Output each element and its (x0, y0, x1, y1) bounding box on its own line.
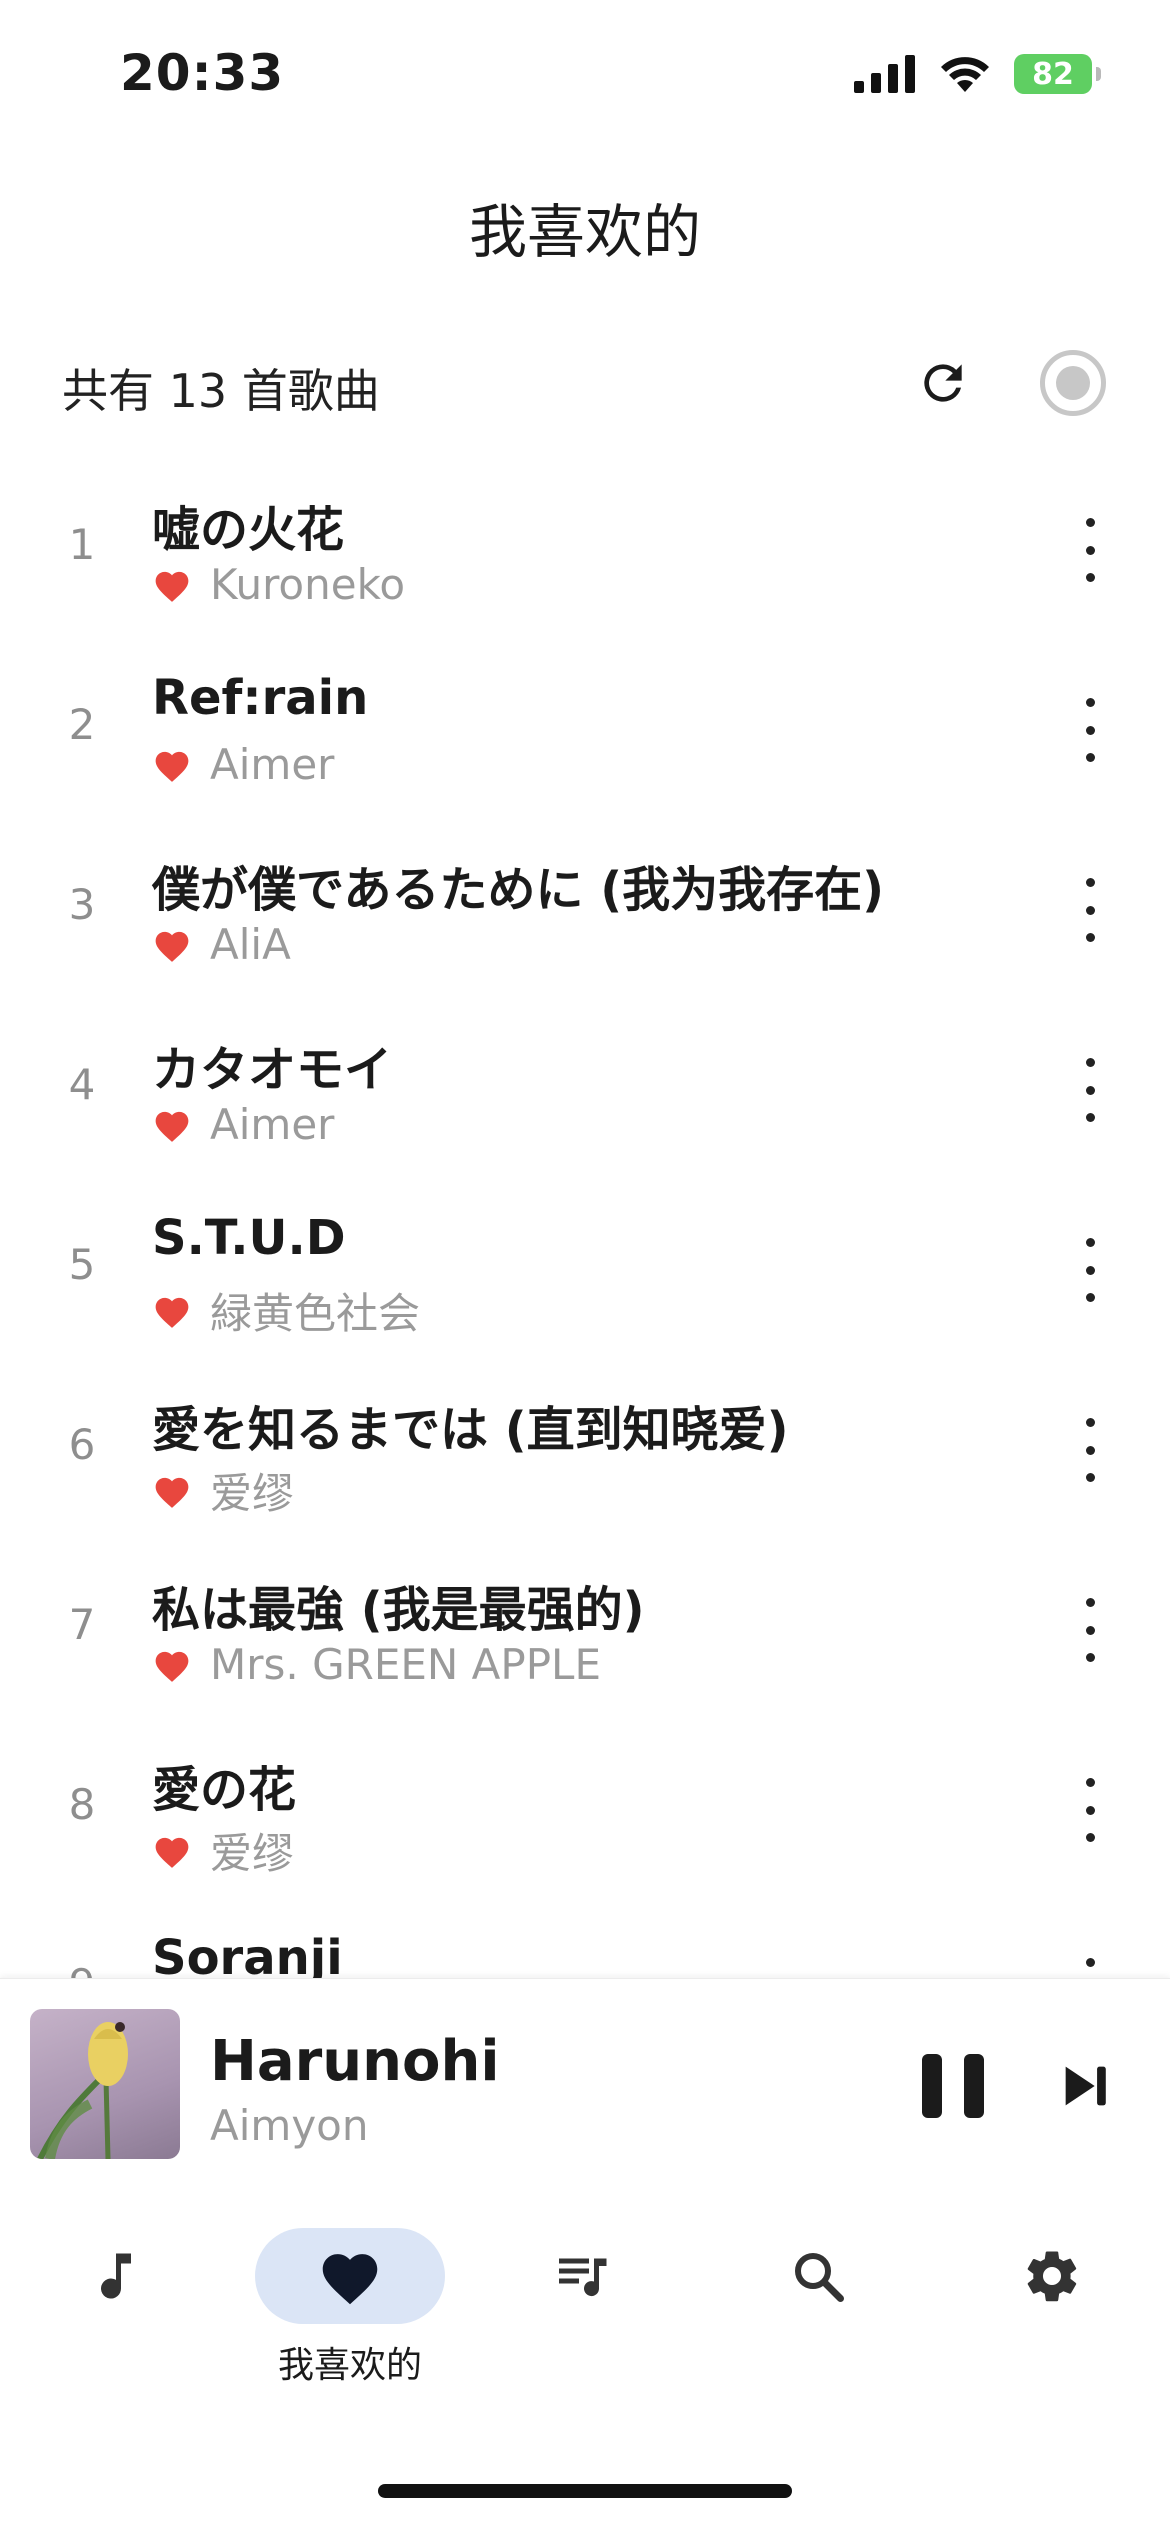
album-cover-image (37, 2022, 128, 2159)
song-artist: AliA (210, 920, 291, 969)
song-index: 6 (68, 1420, 96, 1469)
song-row[interactable]: 7 私は最強 (我是最强的) Mrs. GREEN APPLE (0, 1540, 1170, 1720)
more-options-icon[interactable] (1070, 1238, 1110, 1302)
song-row[interactable]: 2 Ref:rain Aimer (0, 640, 1170, 820)
now-playing-artist: Aimyon (210, 2101, 369, 2150)
record-toggle-button[interactable] (1040, 350, 1106, 416)
heart-icon (155, 1297, 189, 1328)
bottom-navigation: 我喜欢的 (0, 2188, 1170, 2532)
skip-next-icon[interactable] (1056, 2057, 1114, 2115)
refresh-icon (924, 364, 962, 402)
nav-playlist[interactable] (484, 2228, 684, 2418)
heart-icon (155, 1651, 189, 1682)
radio-dot-icon (1056, 366, 1090, 400)
song-row[interactable]: 8 愛の花 爱缪 (0, 1720, 1170, 1900)
song-artist: 緑黄色社会 (210, 1289, 421, 1338)
album-art[interactable] (30, 2009, 180, 2159)
heart-icon (155, 931, 189, 962)
heart-icon (155, 1837, 189, 1868)
song-title: 私は最強 (我是最强的) (152, 1582, 645, 1638)
song-row[interactable]: 1 嘘の火花 Kuroneko (0, 460, 1170, 640)
playlist-icon (559, 2258, 607, 2297)
song-index: 1 (68, 520, 96, 569)
song-row[interactable]: 4 カタオモイ Aimer (0, 1000, 1170, 1180)
nav-favorites[interactable]: 我喜欢的 (250, 2228, 450, 2418)
song-title: Soranji (152, 1930, 343, 1980)
song-artist: Mrs. GREEN APPLE (210, 1640, 601, 1689)
battery-level: 82 (1032, 56, 1074, 92)
song-artist: 爱缪 (210, 1469, 295, 1518)
song-row[interactable]: 5 S.T.U.D 緑黄色社会 (0, 1180, 1170, 1360)
more-options-icon[interactable] (1070, 1598, 1110, 1662)
more-options-icon[interactable] (1070, 1778, 1110, 1842)
song-title: 僕が僕であるために (我为我存在) (152, 862, 885, 918)
status-time: 20:33 (120, 44, 285, 102)
song-artist: Aimer (210, 740, 335, 789)
search-icon (795, 2253, 844, 2302)
nav-songs[interactable] (16, 2228, 216, 2418)
song-artist-group: 爱缪 (152, 1460, 294, 1521)
more-options-icon[interactable] (1070, 878, 1110, 942)
refresh-button[interactable] (908, 348, 978, 418)
heart-icon (155, 1111, 189, 1142)
more-options-icon[interactable] (1070, 1058, 1110, 1122)
song-artist-group: Kuroneko (152, 560, 405, 609)
now-playing-title: Harunohi (210, 2029, 500, 2094)
heart-icon (322, 2254, 378, 2305)
home-indicator (378, 2484, 792, 2498)
song-title: 愛を知るまでは (直到知晓爱) (152, 1402, 789, 1458)
song-title: Ref:rain (152, 670, 369, 726)
heart-icon (155, 751, 189, 782)
wifi-icon (941, 57, 989, 92)
song-row[interactable]: 6 愛を知るまでは (直到知晓爱) 爱缪 (0, 1360, 1170, 1540)
battery-icon: 82 (1014, 54, 1101, 94)
page-title: 我喜欢的 (468, 198, 701, 266)
song-artist-group: 爱缪 (152, 1820, 294, 1881)
song-list[interactable]: 1 嘘の火花 Kuroneko 2 Ref:rain Aimer 3 僕が僕であ… (0, 460, 1170, 1980)
song-row[interactable]: 3 僕が僕であるために (我为我存在) AliA (0, 820, 1170, 1000)
song-index: 5 (68, 1240, 96, 1289)
more-options-icon[interactable] (1070, 1418, 1110, 1482)
song-title: カタオモイ (152, 1042, 393, 1098)
song-index: 3 (68, 880, 96, 929)
song-artist: Aimer (210, 1100, 335, 1149)
song-artist: Kuroneko (210, 560, 406, 609)
song-index: 9 (40, 1960, 124, 1980)
song-title: 愛の花 (152, 1762, 297, 1818)
song-artist-group: 緑黄色社会 (152, 1280, 420, 1341)
more-options-icon[interactable] (1070, 1958, 1110, 1980)
gear-icon (1027, 2251, 1077, 2302)
song-row[interactable]: 9 Soranji (0, 1900, 1170, 1980)
pause-button[interactable] (922, 2054, 984, 2118)
nav-search[interactable] (718, 2228, 918, 2418)
nav-settings[interactable] (952, 2228, 1152, 2418)
more-options-icon[interactable] (1070, 698, 1110, 762)
song-artist-group: Aimer (152, 1100, 334, 1149)
heart-icon (155, 571, 189, 602)
song-index: 8 (68, 1780, 96, 1829)
song-index: 4 (68, 1060, 96, 1109)
signal-icon (854, 55, 915, 93)
song-index: 2 (68, 700, 96, 749)
more-options-icon[interactable] (1070, 518, 1110, 582)
nav-favorites-label: 我喜欢的 (277, 2345, 422, 2386)
status-bar: 20:33 82 (0, 0, 1170, 150)
mini-player[interactable]: Harunohi Aimyon (0, 1978, 1170, 2189)
heart-icon (155, 1477, 189, 1508)
song-count-label: 共有 13 首歌曲 (62, 364, 380, 418)
music-note-icon (101, 2253, 131, 2299)
song-title: 嘘の火花 (152, 502, 345, 558)
song-title: S.T.U.D (152, 1210, 346, 1266)
song-artist: 爱缪 (210, 1829, 295, 1878)
song-artist-group: Mrs. GREEN APPLE (152, 1640, 601, 1689)
song-artist-group: Aimer (152, 740, 334, 789)
status-icons: 82 (854, 54, 1101, 94)
song-artist-group: AliA (152, 920, 291, 969)
song-index: 7 (68, 1600, 96, 1649)
